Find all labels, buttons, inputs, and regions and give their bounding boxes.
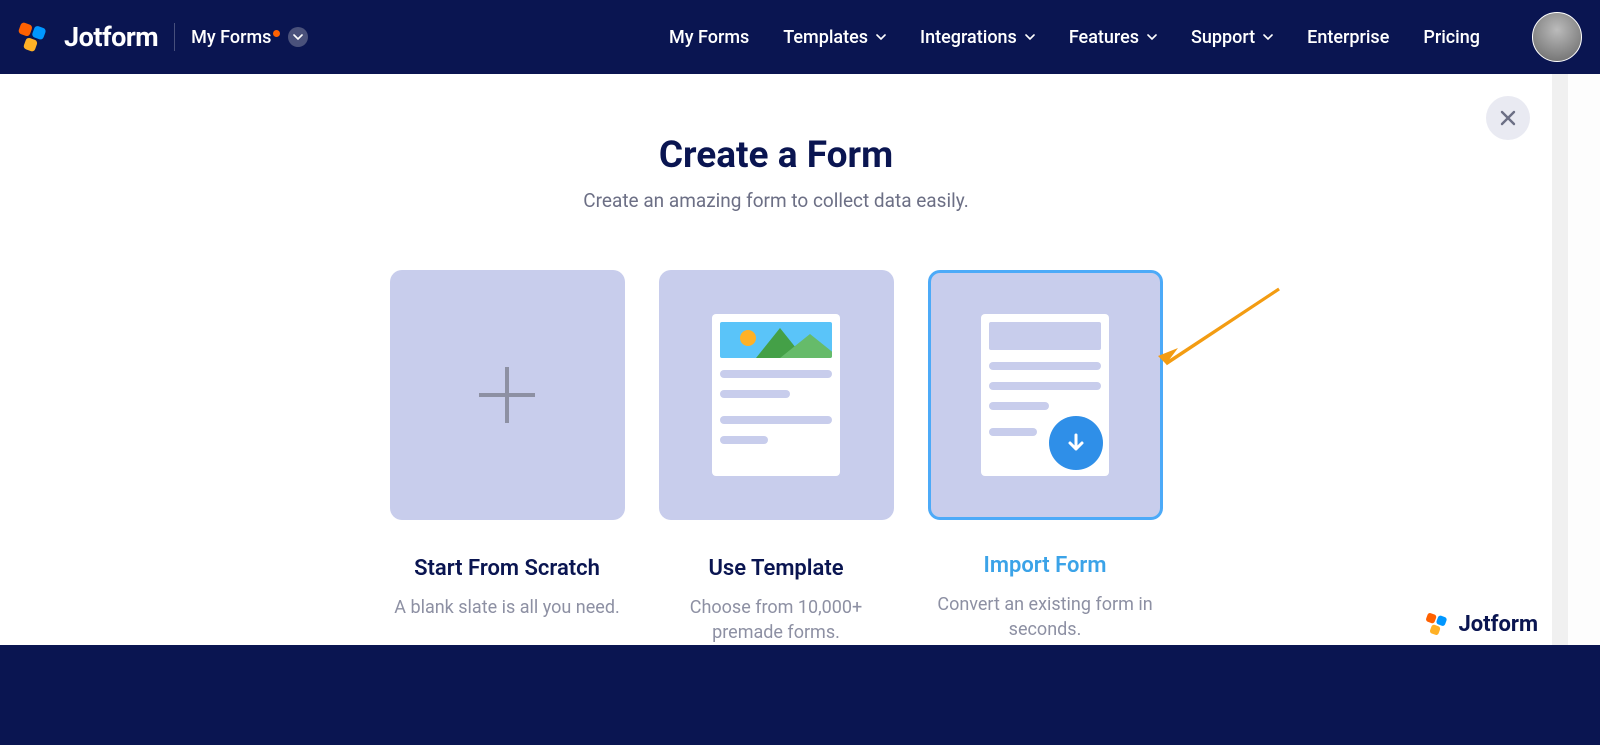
plus-icon	[479, 367, 535, 423]
creation-options: Start From Scratch A blank slate is all …	[0, 270, 1552, 645]
page-title: Create a Form	[0, 134, 1552, 177]
nav-support[interactable]: Support	[1191, 27, 1273, 48]
notification-dot-icon	[273, 30, 280, 37]
option-desc: Convert an existing form in seconds.	[928, 592, 1163, 642]
nav-label: Enterprise	[1307, 27, 1389, 48]
option-tile	[928, 270, 1163, 520]
watermark-text: Jotform	[1458, 612, 1538, 637]
nav-integrations[interactable]: Integrations	[920, 27, 1035, 48]
option-desc: A blank slate is all you need.	[390, 595, 625, 620]
chevron-down-icon	[1025, 32, 1035, 42]
option-title: Import Form	[928, 553, 1163, 578]
brand-logo[interactable]: Jotform	[16, 20, 158, 54]
top-nav: Jotform My Forms My Forms Templates Inte…	[0, 0, 1600, 74]
option-start-from-scratch[interactable]: Start From Scratch A blank slate is all …	[390, 270, 625, 645]
option-title: Start From Scratch	[390, 556, 625, 581]
brand-watermark: Jotform	[1424, 611, 1538, 637]
import-doc-icon	[981, 314, 1109, 476]
context-dropdown[interactable]: My Forms	[191, 27, 308, 48]
primary-nav: My Forms Templates Integrations Features…	[669, 12, 1582, 62]
nav-pricing[interactable]: Pricing	[1423, 27, 1480, 48]
logo-mark-icon	[16, 20, 50, 54]
nav-label: Pricing	[1423, 27, 1480, 48]
nav-label: Integrations	[920, 27, 1017, 48]
close-button[interactable]	[1486, 96, 1530, 140]
brand-name: Jotform	[64, 21, 158, 53]
option-use-template[interactable]: Use Template Choose from 10,000+ premade…	[659, 270, 894, 645]
nav-label: Support	[1191, 27, 1255, 48]
footer-band	[0, 645, 1600, 745]
logo-mark-icon	[1424, 611, 1450, 637]
create-form-panel: Create a Form Create an amazing form to …	[0, 74, 1552, 645]
nav-enterprise[interactable]: Enterprise	[1307, 27, 1389, 48]
nav-label: My Forms	[669, 27, 749, 48]
download-arrow-icon	[1049, 416, 1103, 470]
chevron-down-icon	[288, 27, 308, 47]
nav-templates[interactable]: Templates	[783, 27, 886, 48]
option-tile	[659, 270, 894, 520]
user-avatar[interactable]	[1532, 12, 1582, 62]
context-label: My Forms	[191, 27, 271, 48]
nav-label: Features	[1069, 27, 1139, 48]
chevron-down-icon	[1147, 32, 1157, 42]
option-import-form[interactable]: Import Form Convert an existing form in …	[928, 270, 1163, 645]
option-desc: Choose from 10,000+ premade forms.	[659, 595, 894, 645]
template-doc-icon	[712, 314, 840, 476]
nav-label: Templates	[783, 27, 868, 48]
chevron-down-icon	[1263, 32, 1273, 42]
page-subtitle: Create an amazing form to collect data e…	[0, 189, 1552, 212]
chevron-down-icon	[876, 32, 886, 42]
close-icon	[1498, 108, 1518, 128]
option-tile	[390, 270, 625, 520]
vertical-scrollbar[interactable]	[1552, 0, 1568, 745]
nav-my-forms[interactable]: My Forms	[669, 27, 749, 48]
nav-features[interactable]: Features	[1069, 27, 1157, 48]
nav-divider	[174, 23, 175, 51]
option-title: Use Template	[659, 556, 894, 581]
